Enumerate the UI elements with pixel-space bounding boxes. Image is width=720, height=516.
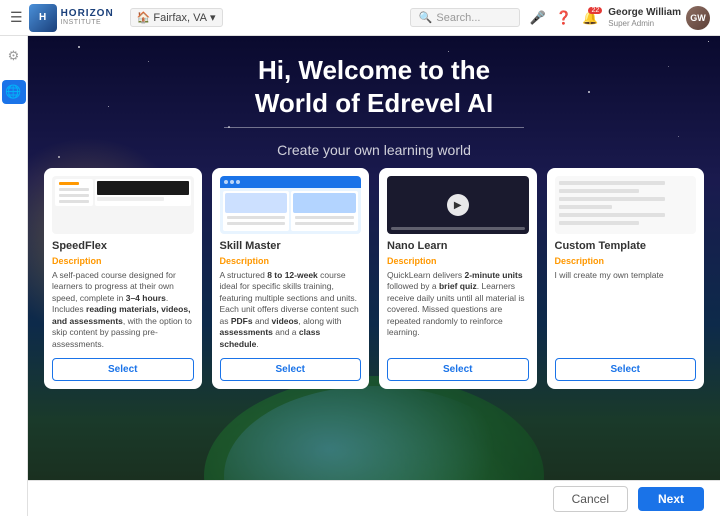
user-profile[interactable]: George William Super Admin GW	[608, 6, 710, 30]
nanolearn-select-button[interactable]: Select	[387, 358, 529, 381]
customtemplate-select-button[interactable]: Select	[555, 358, 697, 381]
main-content: Hi, Welcome to the World of Edrevel AI C…	[28, 36, 720, 516]
logo-icon: H	[29, 4, 57, 32]
customtemplate-desc-label: Description	[555, 256, 697, 266]
customtemplate-preview	[555, 176, 697, 234]
logo-sub: INSTITUTE	[61, 19, 114, 26]
next-button[interactable]: Next	[638, 487, 704, 511]
skillmaster-title: Skill Master	[220, 240, 362, 252]
search-box[interactable]: 🔍 Search...	[410, 8, 520, 27]
hero-divider	[224, 127, 524, 128]
skillmaster-desc-label: Description	[220, 256, 362, 266]
skillmaster-description: A structured 8 to 12-week course ideal f…	[220, 270, 362, 350]
cards-container: SpeedFlex Description A self-paced cours…	[28, 168, 720, 389]
speedflex-description: A self-paced course designed for learner…	[52, 270, 194, 350]
help-icon[interactable]: ❓	[556, 10, 572, 26]
speedflex-desc-label: Description	[52, 256, 194, 266]
chevron-down-icon: ▾	[210, 11, 216, 24]
footer: Cancel Next	[28, 480, 720, 516]
nav-left: ☰ H HORIZON INSTITUTE 🏠 Fairfax, VA ▾	[10, 4, 402, 32]
customtemplate-description: I will create my own template	[555, 270, 697, 350]
logo: H HORIZON INSTITUTE	[29, 4, 114, 32]
microphone-icon[interactable]: 🎤	[530, 10, 546, 26]
logo-name: HORIZON	[61, 9, 114, 19]
location-icon: 🏠	[137, 11, 151, 24]
play-icon: ▶	[447, 194, 469, 216]
location-text: Fairfax, VA	[153, 12, 207, 24]
user-name: George William	[608, 7, 681, 19]
user-role: Super Admin	[608, 19, 681, 29]
nav-right: 🔍 Search... 🎤 ❓ 🔔 22 George William Supe…	[410, 6, 710, 30]
customtemplate-title: Custom Template	[555, 240, 697, 252]
location-selector[interactable]: 🏠 Fairfax, VA ▾	[130, 8, 223, 27]
cancel-button[interactable]: Cancel	[553, 486, 628, 512]
hamburger-icon[interactable]: ☰	[10, 9, 23, 26]
search-icon: 🔍	[419, 11, 433, 24]
skillmaster-preview	[220, 176, 362, 234]
avatar: GW	[686, 6, 710, 30]
navbar: ☰ H HORIZON INSTITUTE 🏠 Fairfax, VA ▾ 🔍 …	[0, 0, 720, 36]
speedflex-preview	[52, 176, 194, 234]
hero-title: Hi, Welcome to the World of Edrevel AI	[28, 54, 720, 119]
notification-count: 22	[588, 7, 602, 14]
hero-section: Hi, Welcome to the World of Edrevel AI C…	[28, 36, 720, 158]
skillmaster-select-button[interactable]: Select	[220, 358, 362, 381]
nanolearn-card: ▶ Nano Learn Description QuickLearn deli…	[379, 168, 537, 389]
nanolearn-description: QuickLearn delivers 2-minute units follo…	[387, 270, 529, 350]
hero-subtitle: Create your own learning world	[28, 142, 720, 158]
nanolearn-title: Nano Learn	[387, 240, 529, 252]
nanolearn-desc-label: Description	[387, 256, 529, 266]
speedflex-card: SpeedFlex Description A self-paced cours…	[44, 168, 202, 389]
sidebar: ⚙ 🌐	[0, 36, 28, 516]
customtemplate-card: Custom Template Description I will creat…	[547, 168, 705, 389]
sidebar-globe[interactable]: 🌐	[2, 80, 26, 104]
search-placeholder: Search...	[436, 12, 480, 24]
skillmaster-card: Skill Master Description A structured 8 …	[212, 168, 370, 389]
speedflex-select-button[interactable]: Select	[52, 358, 194, 381]
sidebar-settings[interactable]: ⚙	[2, 44, 26, 68]
speedflex-title: SpeedFlex	[52, 240, 194, 252]
notifications-icon[interactable]: 🔔 22	[582, 10, 598, 26]
nanolearn-preview: ▶	[387, 176, 529, 234]
